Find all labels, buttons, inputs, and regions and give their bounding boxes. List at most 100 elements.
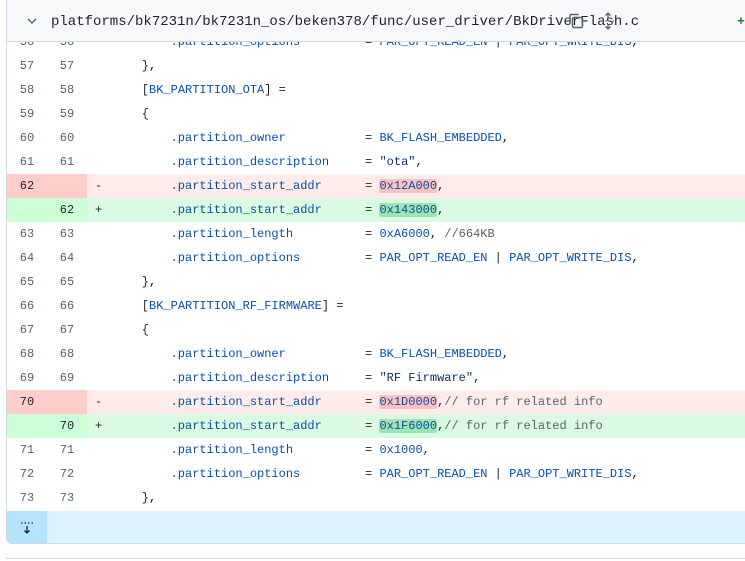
old-line-number[interactable]: 63 xyxy=(7,222,47,246)
diff-line: 60 60 .partition_owner = BK_FLASH_EMBEDDE… xyxy=(7,126,745,150)
code-token: BK_FLASH_EMBEDDED xyxy=(379,347,502,361)
code-token: , xyxy=(422,443,430,457)
old-line-number[interactable]: 71 xyxy=(7,438,47,462)
code-token: , xyxy=(501,131,510,145)
new-line-number[interactable]: 62 xyxy=(47,198,87,222)
new-line-number[interactable]: 61 xyxy=(47,150,87,174)
new-line-number[interactable]: 66 xyxy=(47,294,87,318)
code-text: .partition_description = "RF Firmware", xyxy=(113,366,745,390)
diff-line: 64 64 .partition_options = PAR_OPT_READ_E… xyxy=(7,246,745,270)
new-line-number[interactable]: 68 xyxy=(47,342,87,366)
new-line-number[interactable]: 70 xyxy=(47,414,87,438)
code-token: .partition_description xyxy=(170,155,330,169)
new-line-number[interactable]: 73 xyxy=(47,486,87,510)
new-line-number[interactable]: 60 xyxy=(47,126,87,150)
old-line-number[interactable] xyxy=(7,198,47,222)
new-line-number[interactable]: 71 xyxy=(47,438,87,462)
new-line-number[interactable]: 63 xyxy=(47,222,87,246)
old-line-number[interactable]: 69 xyxy=(7,366,47,390)
diff-line: 72 72 .partition_options = PAR_OPT_READ_E… xyxy=(7,462,745,486)
code-token: "ota" xyxy=(379,155,416,169)
code-text: .partition_options = PAR_OPT_READ_EN | P… xyxy=(113,462,745,486)
diff-line: 69 69 .partition_description = "RF Firmwa… xyxy=(7,366,745,390)
old-line-number[interactable]: 67 xyxy=(7,318,47,342)
old-line-number[interactable]: 57 xyxy=(7,54,47,78)
code-token: = xyxy=(300,251,380,265)
diff-line-deleted: 70 - .partition_start_addr = 0x1D0000,// … xyxy=(7,390,745,414)
old-line-number[interactable]: 73 xyxy=(7,486,47,510)
old-line-number[interactable]: 68 xyxy=(7,342,47,366)
diff-line: 65 65 }, xyxy=(7,270,745,294)
code-token: = xyxy=(329,155,380,169)
new-line-number[interactable]: 64 xyxy=(47,246,87,270)
diff-line: 66 66 [BK_PARTITION_RF_FIRMWARE] = xyxy=(7,294,745,318)
code-token: PAR_OPT_READ_EN xyxy=(379,467,488,481)
code-token: // for rf related info xyxy=(444,419,603,433)
new-line-number[interactable] xyxy=(47,390,87,414)
diff-marker xyxy=(87,462,113,486)
code-token: { xyxy=(113,323,150,337)
code-token: , xyxy=(437,203,445,217)
code-token: = xyxy=(321,395,380,409)
diff-line: 67 67 { xyxy=(7,318,745,342)
diff-marker xyxy=(87,246,113,270)
diff-file: 56 56 .partition_options = PAR_OPT_READ_E… xyxy=(6,0,745,544)
code-text: .partition_options = PAR_OPT_READ_EN | P… xyxy=(113,246,745,270)
new-line-number[interactable]: 69 xyxy=(47,366,87,390)
diff-marker: - xyxy=(95,395,103,409)
code-token: .partition_length xyxy=(170,443,294,457)
code-text: .partition_owner = BK_FLASH_EMBEDDED, xyxy=(113,126,745,150)
old-line-number[interactable]: 59 xyxy=(7,102,47,126)
diff-line: 59 59 { xyxy=(7,102,745,126)
code-token: .partition_start_addr xyxy=(170,395,322,409)
code-token: .partition_owner xyxy=(170,347,286,361)
code-token: .partition_start_addr xyxy=(170,179,322,193)
old-line-number[interactable]: 62 xyxy=(7,174,47,198)
code-token: { xyxy=(113,107,150,121)
old-line-number[interactable]: 61 xyxy=(7,150,47,174)
code-text: .partition_start_addr = 0x12A000, xyxy=(113,174,745,198)
code-text: }, xyxy=(113,54,745,78)
old-line-number[interactable]: 66 xyxy=(7,294,47,318)
diff-marker xyxy=(87,78,113,102)
new-line-number[interactable]: 72 xyxy=(47,462,87,486)
code-text: [BK_PARTITION_RF_FIRMWARE] = xyxy=(113,294,745,318)
diff-marker xyxy=(87,54,113,78)
diff-line-added: 70 + .partition_start_addr = 0x1F6000,// … xyxy=(7,414,745,438)
chevron-down-icon[interactable] xyxy=(24,13,40,29)
code-token: | xyxy=(487,467,510,481)
old-line-number[interactable]: 65 xyxy=(7,270,47,294)
old-line-number[interactable]: 72 xyxy=(7,462,47,486)
new-line-number[interactable]: 57 xyxy=(47,54,87,78)
old-line-number[interactable]: 60 xyxy=(7,126,47,150)
new-line-number[interactable]: 59 xyxy=(47,102,87,126)
code-token: .partition_start_addr xyxy=(170,203,322,217)
code-token: .partition_options xyxy=(170,467,301,481)
code-token: 0xA6000 xyxy=(379,227,430,241)
code-token: = xyxy=(285,347,380,361)
file-path[interactable]: platforms/bk7231n/bk7231n_os/beken378/fu… xyxy=(51,14,639,30)
diff-marker: + xyxy=(95,203,103,217)
old-line-number[interactable]: 64 xyxy=(7,246,47,270)
old-line-number[interactable]: 70 xyxy=(7,390,47,414)
code-token: PAR_OPT_WRITE_DIS xyxy=(509,251,632,265)
code-token: PAR_OPT_WRITE_DIS xyxy=(509,467,632,481)
diff-marker xyxy=(87,126,113,150)
new-line-number[interactable]: 58 xyxy=(47,78,87,102)
unfold-icon[interactable] xyxy=(599,12,617,30)
old-line-number[interactable] xyxy=(7,414,47,438)
code-token: = xyxy=(329,371,380,385)
code-token: }, xyxy=(113,275,157,289)
diff-marker xyxy=(87,150,113,174)
expand-down-icon[interactable] xyxy=(7,511,47,543)
old-line-number[interactable]: 58 xyxy=(7,78,47,102)
copy-icon[interactable] xyxy=(567,12,585,30)
new-line-number[interactable] xyxy=(47,174,87,198)
new-line-number[interactable]: 65 xyxy=(47,270,87,294)
diff-marker xyxy=(87,318,113,342)
code-token: }, xyxy=(113,59,157,73)
new-line-number[interactable]: 67 xyxy=(47,318,87,342)
